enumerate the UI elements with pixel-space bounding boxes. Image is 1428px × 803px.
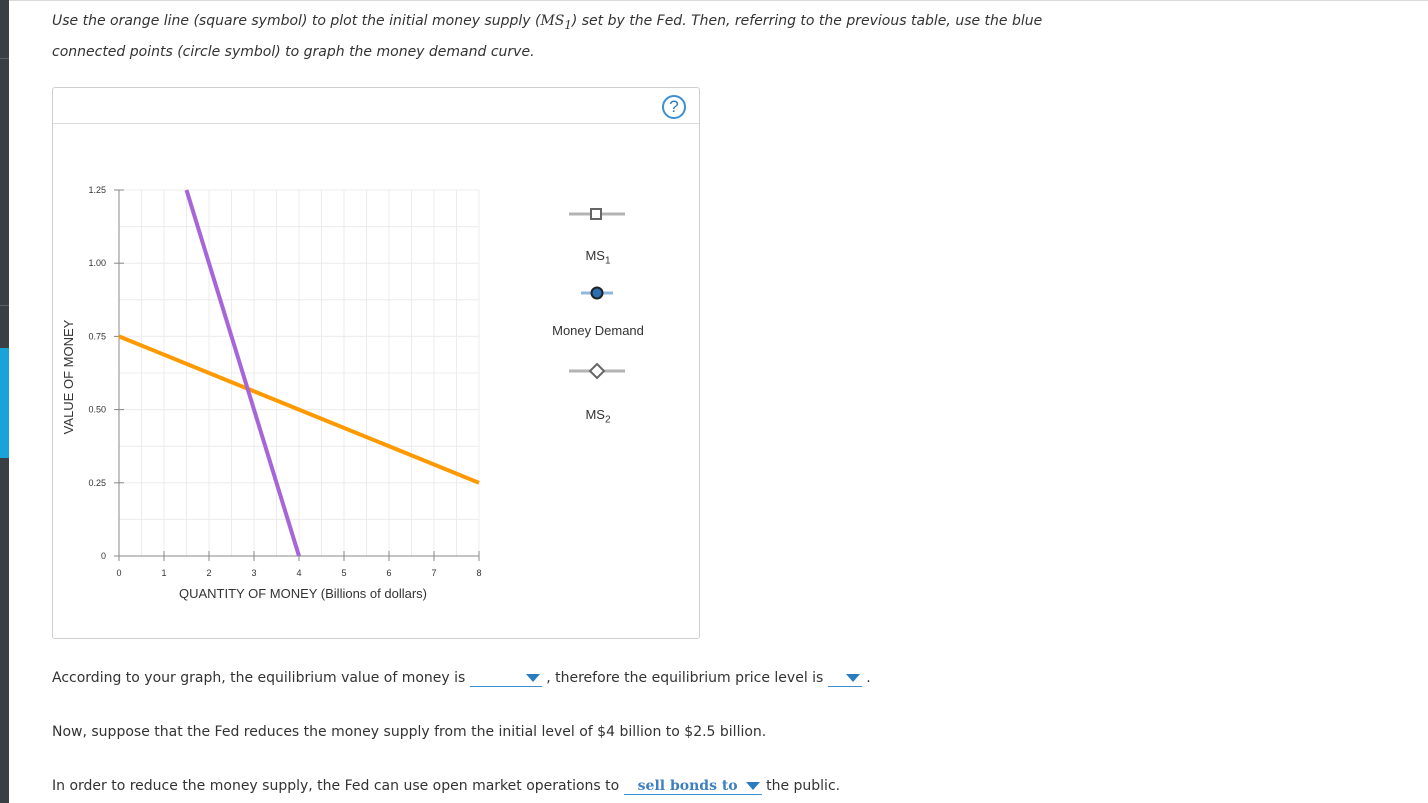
y-tick-label: 0	[101, 551, 106, 561]
legend-item-ms1[interactable]: MS1	[543, 200, 653, 280]
rail-divider	[0, 305, 9, 306]
ms1-math: MS1	[540, 13, 572, 32]
question3-text-a: In order to reduce the money supply, the…	[52, 778, 620, 794]
y-tick-label: 0.75	[88, 331, 106, 341]
y-tick-label: 1.25	[88, 185, 106, 195]
circle-marker-icon[interactable]	[543, 283, 653, 303]
price-level-dropdown[interactable]	[827, 670, 862, 687]
legend-ms2-text: MS	[585, 407, 605, 422]
rail-active-marker	[0, 348, 9, 458]
x-axis-label: QUANTITY OF MONEY (Billions of dollars)	[179, 586, 427, 601]
ms1-math-subscript: 1	[564, 17, 572, 32]
x-tick-label: 3	[251, 568, 256, 578]
legend-label-ms1: MS1	[543, 248, 653, 267]
x-tick-label: 0	[116, 568, 121, 578]
chart-grid	[118, 189, 480, 557]
chevron-down-icon	[525, 674, 540, 682]
x-tick-label: 6	[386, 568, 391, 578]
chevron-down-icon	[845, 674, 860, 682]
diamond-marker-icon[interactable]	[543, 361, 653, 381]
graph-panel: ? 0 1 2 3 4 5 6 7 8 0 0.25 0.50 0.75 1.00 1.25 QUANTIT…	[52, 87, 700, 639]
legend-ms1-sub: 1	[604, 255, 611, 267]
ms1-math-symbol: MS	[540, 13, 565, 29]
legend-item-money-demand[interactable]: Money Demand	[543, 281, 653, 341]
y-tick-label: 1.00	[88, 258, 106, 268]
y-tick-label: 0.25	[88, 478, 106, 488]
rail-divider	[0, 58, 9, 59]
x-tick-label: 2	[206, 568, 211, 578]
open-market-dropdown[interactable]: sell bonds to	[623, 778, 762, 795]
top-divider	[9, 0, 1428, 1]
chevron-down-icon	[745, 782, 760, 790]
question1-text-b: , therefore the equilibrium price level …	[546, 670, 824, 686]
square-marker-icon[interactable]	[543, 204, 653, 224]
legend-label-ms2: MS2	[543, 407, 653, 426]
left-rail	[0, 0, 9, 803]
open-market-selected: sell bonds to	[637, 778, 738, 794]
question3-text-b: the public.	[766, 778, 841, 794]
x-tick-label: 7	[431, 568, 436, 578]
instructions: Use the orange line (square symbol) to p…	[52, 8, 1152, 66]
question-open-market: In order to reduce the money supply, the…	[52, 778, 840, 795]
question-money-supply-change: Now, suppose that the Fed reduces the mo…	[52, 724, 767, 740]
question1-text-c: .	[866, 670, 871, 686]
equilibrium-value-dropdown[interactable]	[469, 670, 542, 687]
legend-ms2-sub: 2	[604, 414, 611, 426]
instructions-text-c: connected points (circle symbol) to grap…	[52, 43, 535, 60]
legend-label-money-demand: Money Demand	[552, 323, 644, 338]
x-tick-label: 5	[341, 568, 346, 578]
x-tick-label: 4	[296, 568, 301, 578]
instructions-text-b: ) set by the Fed. Then, referring to the…	[571, 13, 1043, 29]
x-tick-label: 8	[476, 568, 481, 578]
legend-ms1-text: MS	[585, 248, 605, 263]
instructions-text-a: Use the orange line (square symbol) to p…	[52, 13, 541, 29]
x-tick-label: 1	[161, 568, 166, 578]
question1-text-a: According to your graph, the equilibrium…	[52, 670, 466, 686]
y-tick-label: 0.50	[88, 405, 106, 415]
y-axis-label: VALUE OF MONEY	[61, 319, 76, 434]
question-equilibrium: According to your graph, the equilibrium…	[52, 670, 871, 687]
legend-item-ms2[interactable]: MS2	[543, 359, 653, 439]
